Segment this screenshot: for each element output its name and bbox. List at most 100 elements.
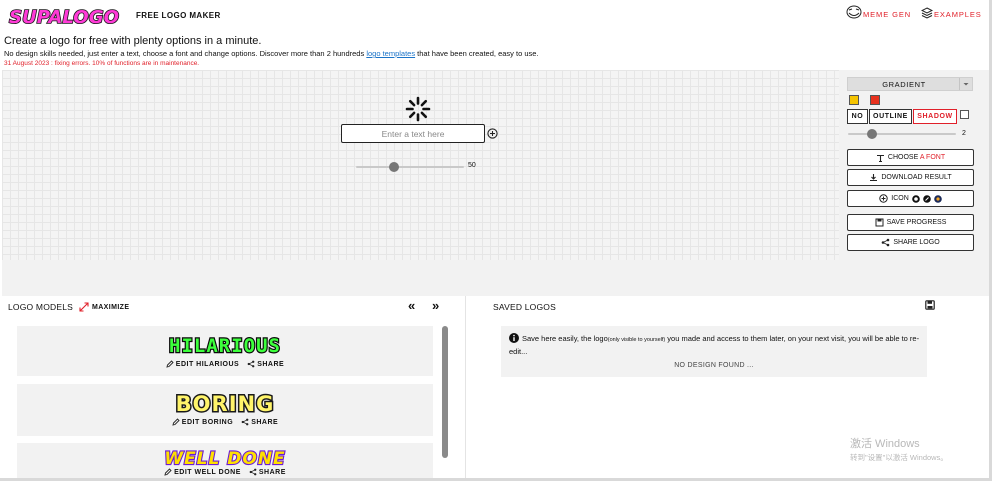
choose-font-button[interactable]: CHOOSE A FONT: [847, 149, 974, 166]
logo-model-preview[interactable]: HILARIOUS: [17, 332, 433, 356]
saved-logos-box: Save here easily, the logo(only visible …: [501, 326, 927, 377]
logo-model-preview-text: HILARIOUS: [169, 335, 281, 356]
gradient-select[interactable]: GRADIENT: [847, 77, 973, 91]
logo-model-card[interactable]: BORING EDIT BORING SHARE: [17, 384, 433, 436]
top-header: SUPALOGO FREE LOGO MAKER MEME GEN EXAMPL…: [0, 0, 992, 30]
logo-model-preview[interactable]: WELL DONE: [17, 447, 433, 467]
site-logo[interactable]: SUPALOGO: [6, 3, 122, 27]
layers-icon: [921, 7, 933, 19]
style-option-checkbox[interactable]: [960, 110, 969, 119]
download-icon: [870, 174, 878, 182]
logo-model-card[interactable]: HILARIOUS EDIT HILARIOUS SHARE: [17, 326, 433, 376]
text-size-track: [356, 166, 464, 168]
save-progress-button[interactable]: SAVE PROGRESS: [847, 214, 974, 231]
share-model-label: SHARE: [257, 360, 285, 368]
add-circle-icon: [879, 194, 888, 203]
pencil-icon: [164, 468, 172, 476]
icon-button[interactable]: ICON: [847, 190, 974, 207]
share-model-button[interactable]: SHARE: [247, 360, 284, 368]
download-result-label: DOWNLOAD RESULT: [881, 174, 952, 181]
models-prev-button[interactable]: «: [408, 298, 415, 313]
edit-model-button[interactable]: EDIT BORING: [172, 418, 233, 426]
logo-model-preview-text: WELL DONE: [164, 449, 285, 467]
download-result-button[interactable]: DOWNLOAD RESULT: [847, 169, 974, 186]
troll-face-icon: [846, 5, 862, 19]
intro-desc-text: No design skills needed, just enter a te…: [4, 49, 367, 58]
emoji-icon[interactable]: [911, 194, 920, 203]
logo-model-preview[interactable]: BORING: [17, 390, 433, 415]
style-outline-button[interactable]: OUTLINE: [869, 109, 912, 124]
floppy-disk-icon: [875, 218, 884, 227]
text-size-value: 50: [468, 162, 476, 169]
logo-model-preview-text: BORING: [176, 392, 275, 414]
share-logo-button[interactable]: SHARE LOGO: [847, 234, 974, 251]
share-icon: [882, 238, 890, 247]
nav-examples[interactable]: EXAMPLES: [921, 7, 982, 19]
logo-text-input[interactable]: [341, 124, 485, 143]
logo-model-card[interactable]: WELL DONE EDIT WELL DONE SHARE: [17, 443, 433, 478]
intro-description: No design skills needed, just enter a te…: [4, 49, 984, 59]
edit-model-label: EDIT HILARIOUS: [175, 360, 240, 368]
primary-color-swatch[interactable]: [849, 95, 859, 105]
logo-templates-link[interactable]: logo templates: [366, 49, 415, 58]
share-icon: [241, 418, 249, 426]
watermark-line-2: 转到"设置"以激活 Windows。: [850, 453, 948, 462]
intro-section: Create a logo for free with plenty optio…: [4, 35, 984, 68]
maximize-button[interactable]: MAXIMIZE: [79, 302, 129, 312]
icon-button-label: ICON: [891, 195, 909, 202]
gallery-icon[interactable]: [933, 194, 942, 203]
pencil-icon: [166, 360, 174, 368]
rocket-icon[interactable]: [922, 194, 931, 203]
style-none-button[interactable]: NO: [847, 109, 868, 124]
text-format-icon: [876, 154, 884, 162]
intro-desc-text-end: that have been created, easy to use.: [415, 49, 539, 58]
saved-info-small: (only visible to yourself): [607, 337, 666, 343]
edit-model-button[interactable]: EDIT WELL DONE: [164, 468, 241, 476]
share-model-button[interactable]: SHARE: [249, 468, 286, 476]
share-model-label: SHARE: [258, 468, 286, 476]
floppy-disk-icon[interactable]: [925, 300, 935, 310]
share-icon: [247, 360, 255, 368]
models-scrollbar[interactable]: [442, 326, 448, 458]
pencil-icon: [172, 418, 180, 426]
choose-font-highlight: A FONT: [919, 154, 946, 161]
share-model-button[interactable]: SHARE: [241, 418, 278, 426]
expand-icon: [79, 302, 89, 312]
style-strength-thumb[interactable]: [866, 129, 877, 139]
text-size-thumb[interactable]: [388, 162, 399, 172]
secondary-color-swatch[interactable]: [870, 95, 880, 105]
gradient-select-label: GRADIENT: [882, 80, 926, 89]
canvas-footer-strip: [2, 260, 990, 296]
maximize-label: MAXIMIZE: [92, 303, 130, 311]
windows-activation-watermark: 激活 Windows 转到"设置"以激活 Windows。: [850, 438, 948, 464]
share-logo-label: SHARE LOGO: [893, 239, 940, 246]
logo-model-actions: EDIT WELL DONE SHARE: [17, 468, 433, 476]
site-tagline: FREE LOGO MAKER: [136, 11, 221, 20]
spinner-segment: [408, 99, 416, 107]
logo-model-actions: EDIT HILARIOUS SHARE: [17, 360, 433, 368]
chevron-down-icon[interactable]: [959, 78, 972, 90]
models-next-button[interactable]: »: [432, 298, 439, 313]
share-icon: [249, 468, 257, 476]
nav-meme-gen-label: MEME GEN: [863, 10, 912, 19]
section-divider: [465, 296, 466, 481]
info-icon: [509, 333, 519, 343]
nav-examples-label: EXAMPLES: [934, 10, 982, 19]
intro-title: Create a logo for free with plenty optio…: [4, 35, 262, 47]
style-strength-value: 2: [962, 130, 966, 137]
watermark-line-1: 激活 Windows: [850, 438, 920, 450]
nav-meme-gen[interactable]: MEME GEN: [846, 5, 911, 19]
loading-spinner-icon: [405, 96, 431, 122]
style-strength-slider[interactable]: [848, 129, 956, 139]
saved-logos-title: SAVED LOGOS: [493, 302, 556, 312]
save-progress-label: SAVE PROGRESS: [886, 219, 947, 226]
spinner-segment: [420, 99, 428, 107]
add-text-icon[interactable]: [487, 128, 498, 139]
saved-info-text: Save here easily, the logo: [522, 334, 608, 343]
edit-model-button[interactable]: EDIT HILARIOUS: [166, 360, 239, 368]
logo-wordmark: SUPALOGO: [9, 7, 119, 27]
saved-logos-info: Save here easily, the logo(only visible …: [509, 333, 923, 357]
style-strength-track: [848, 133, 956, 135]
style-shadow-button[interactable]: SHADOW: [913, 109, 957, 124]
text-size-slider[interactable]: [356, 162, 464, 172]
